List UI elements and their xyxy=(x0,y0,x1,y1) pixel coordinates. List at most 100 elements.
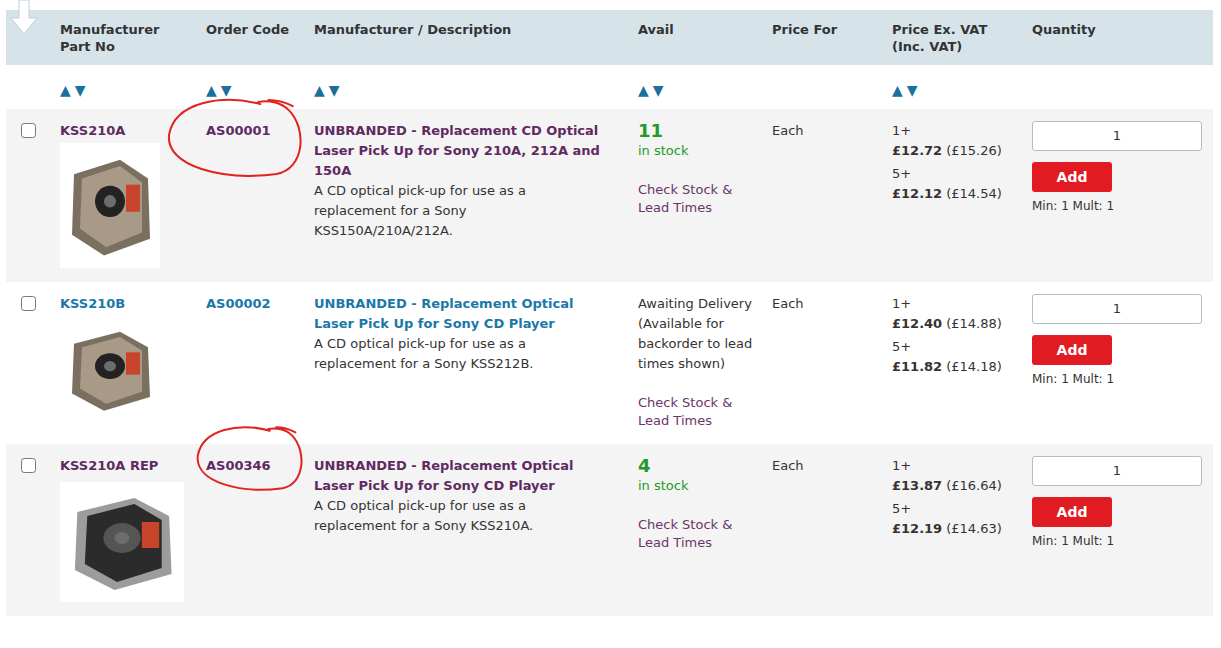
table-row: KSS210B AS00002 UNBRANDED - Replacement Op… xyxy=(6,282,1213,444)
sort-ascending[interactable]: ▲ xyxy=(206,83,217,97)
product-image xyxy=(60,143,160,268)
availability-note: Awaiting Delivery (Available for backord… xyxy=(638,294,756,374)
price-ex-vat: £12.72 xyxy=(892,143,942,158)
sort-descending[interactable]: ▼ xyxy=(221,83,232,97)
price-break: £11.82(£14.18) xyxy=(892,357,1016,377)
check-stock-link[interactable]: Check Stock & Lead Times xyxy=(638,181,756,217)
description-cell: UNBRANDED - Replacement Optical Laser Pi… xyxy=(306,444,630,616)
quantity-input[interactable] xyxy=(1032,121,1202,151)
order-multiples: Min: 1 Mult: 1 xyxy=(1032,198,1205,214)
price-unit: Each xyxy=(772,294,876,314)
column-header: Manufacturer / Description xyxy=(306,10,630,65)
product-title-link[interactable]: UNBRANDED - Replacement Optical Laser Pi… xyxy=(314,294,600,334)
order-code-cell: AS00346 xyxy=(198,444,306,616)
product-title-link[interactable]: UNBRANDED - Replacement CD Optical Laser… xyxy=(314,121,600,181)
add-button[interactable]: Add xyxy=(1032,497,1112,527)
down-arrow-icon xyxy=(10,0,38,36)
sort-descending[interactable]: ▼ xyxy=(329,83,340,97)
sort-cell: ▲▼ xyxy=(198,65,306,109)
order-code-link[interactable]: AS00001 xyxy=(206,123,271,138)
price-break-quantity: 1+ xyxy=(892,121,1016,141)
check-stock-link[interactable]: Check Stock & Lead Times xyxy=(638,516,756,552)
column-header: Order Code xyxy=(198,10,306,65)
column-header: Price Ex. VAT (Inc. VAT) xyxy=(884,10,1024,65)
price-cell: 1+£13.87(£16.64) 5+£12.19(£14.63) xyxy=(884,444,1024,616)
price-break: £12.19(£14.63) xyxy=(892,519,1016,539)
price-ex-vat: £13.87 xyxy=(892,478,942,493)
order-code-link[interactable]: AS00002 xyxy=(206,296,271,311)
quantity-cell: AddMin: 1 Mult: 1 xyxy=(1024,444,1213,616)
price-for-cell: Each xyxy=(764,444,884,616)
availability-cell: 4in stock Check Stock & Lead Times xyxy=(630,444,764,616)
price-inc-vat: (£14.54) xyxy=(946,186,1002,201)
price-break-quantity: 1+ xyxy=(892,456,1016,476)
price-inc-vat: (£14.88) xyxy=(946,316,1002,331)
header-row: Manufacturer Part NoOrder CodeManufactur… xyxy=(6,10,1213,65)
price-unit: Each xyxy=(772,456,876,476)
part-number-link[interactable]: KSS210B xyxy=(60,296,125,311)
price-break: £12.72(£15.26) xyxy=(892,141,1016,161)
product-image xyxy=(60,318,160,421)
order-code-cell: AS00002 xyxy=(198,282,306,444)
stock-label: in stock xyxy=(638,141,756,161)
price-break-quantity: 5+ xyxy=(892,499,1016,519)
sort-cell: ▲▼ xyxy=(52,65,198,109)
part-number-cell: KSS210A xyxy=(52,109,198,282)
sort-ascending[interactable]: ▲ xyxy=(892,83,903,97)
availability: 11in stock xyxy=(638,121,756,161)
price-break: £12.40 (£14.88) xyxy=(892,314,1016,334)
select-cell xyxy=(6,109,52,282)
availability-cell: Awaiting Delivery (Available for backord… xyxy=(630,282,764,444)
row-checkbox[interactable] xyxy=(21,296,36,311)
price-break-quantity: 1+ xyxy=(892,294,1016,314)
add-button[interactable]: Add xyxy=(1032,162,1112,192)
availability: 4in stock xyxy=(638,456,756,496)
stock-count: 4 xyxy=(638,456,756,476)
sort-descending[interactable]: ▼ xyxy=(653,83,664,97)
part-number-link[interactable]: KSS210A REP xyxy=(60,458,158,473)
price-inc-vat: (£14.18) xyxy=(946,359,1002,374)
add-button[interactable]: Add xyxy=(1032,335,1112,365)
sort-cell xyxy=(1024,65,1213,109)
quantity-cell: Add Min: 1 Mult: 1 xyxy=(1024,109,1213,282)
row-checkbox[interactable] xyxy=(21,123,36,138)
quantity-input[interactable] xyxy=(1032,456,1202,486)
sort-cell xyxy=(6,65,52,109)
annotation-circle xyxy=(163,96,305,181)
sort-ascending[interactable]: ▲ xyxy=(60,83,71,97)
price-ex-vat: £12.40 xyxy=(892,316,942,331)
sort-descending[interactable]: ▼ xyxy=(907,83,918,97)
stock-count: 11 xyxy=(638,121,756,141)
check-stock-link[interactable]: Check Stock & Lead Times xyxy=(638,394,756,430)
price-break-quantity: 5+ xyxy=(892,337,1016,357)
quantity-input[interactable] xyxy=(1032,294,1202,324)
product-title-link[interactable]: UNBRANDED - Replacement Optical Laser Pi… xyxy=(314,456,600,496)
description-cell: UNBRANDED - Replacement CD Optical Laser… xyxy=(306,109,630,282)
part-number-link[interactable]: KSS210A xyxy=(60,123,125,138)
price-unit: Each xyxy=(772,121,876,141)
part-number-cell: KSS210B xyxy=(52,282,198,444)
price-cell: 1+ £12.40 (£14.88) 5+£11.82(£14.18) xyxy=(884,282,1024,444)
order-code-link[interactable]: AS00346 xyxy=(206,458,271,473)
table-row: KSS210A REP AS00346 UNBRANDED - Replacemen… xyxy=(6,444,1213,616)
sort-cell xyxy=(764,65,884,109)
product-description: A CD optical pick-up for use as a replac… xyxy=(314,334,600,374)
sort-ascending[interactable]: ▲ xyxy=(314,83,325,97)
row-checkbox[interactable] xyxy=(21,458,36,473)
column-header: Price For xyxy=(764,10,884,65)
price-break: £13.87(£16.64) xyxy=(892,476,1016,496)
sort-cell: ▲▼ xyxy=(884,65,1024,109)
availability-cell: 11in stock Check Stock & Lead Times xyxy=(630,109,764,282)
product-description: A CD optical pick-up for use as a replac… xyxy=(314,181,600,241)
sort-ascending[interactable]: ▲ xyxy=(638,83,649,97)
product-table: Manufacturer Part NoOrder CodeManufactur… xyxy=(6,10,1213,616)
price-break-quantity: 5+ xyxy=(892,164,1016,184)
availability: Awaiting Delivery (Available for backord… xyxy=(638,294,756,374)
select-cell xyxy=(6,444,52,616)
sort-row: ▲▼▲▼▲▼▲▼▲▼ xyxy=(6,65,1213,109)
price-ex-vat: £12.19 xyxy=(892,521,942,536)
price-ex-vat: £12.12 xyxy=(892,186,942,201)
sort-descending[interactable]: ▼ xyxy=(75,83,86,97)
column-header: Avail xyxy=(630,10,764,65)
stock-label: in stock xyxy=(638,476,756,496)
